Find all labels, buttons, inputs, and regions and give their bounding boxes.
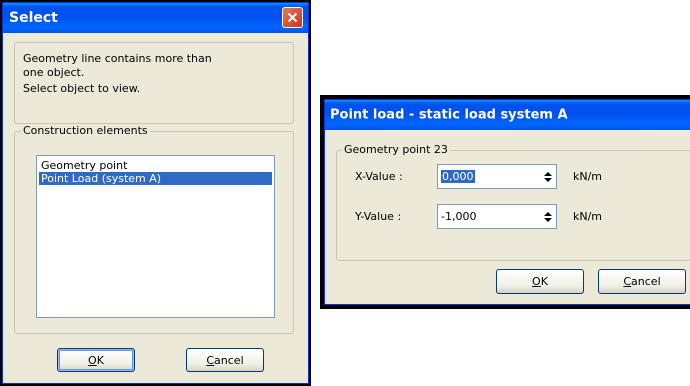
x-value-unit: kN/m [573, 170, 603, 183]
close-button[interactable] [282, 7, 303, 28]
geometry-point-group: Geometry point 23 X-Value : 0,000 kN/m Y… [336, 143, 690, 261]
y-value-spinner[interactable] [540, 206, 555, 227]
x-value-input[interactable]: 0,000 [437, 164, 557, 189]
elements-listbox[interactable]: Geometry point Point Load (system A) [36, 155, 275, 318]
ok-label: OK [88, 353, 104, 367]
close-icon [287, 12, 298, 23]
message-line-3: Select object to view. [23, 82, 141, 95]
load-cancel-button[interactable]: Cancel [598, 269, 686, 294]
x-value-spinner[interactable] [540, 166, 555, 187]
construction-elements-group: Construction elements Geometry point Poi… [14, 124, 294, 334]
point-load-titlebar[interactable]: Point load - static load system A [325, 100, 690, 130]
point-load-dialog: Point load - static load system A Geomet… [324, 99, 690, 305]
spin-down-icon[interactable] [543, 177, 552, 182]
select-ok-button[interactable]: OK [57, 348, 135, 372]
load-ok-button[interactable]: OK [496, 269, 584, 294]
x-value-label: X-Value : [355, 170, 403, 183]
list-item-point-load[interactable]: Point Load (system A) [39, 172, 272, 185]
message-line-1: Geometry line contains more than [23, 52, 212, 65]
y-value-input[interactable]: -1,000 [437, 204, 557, 229]
cancel-label: Cancel [623, 275, 661, 288]
message-group: Geometry line contains more than one obj… [14, 42, 294, 124]
spin-up-icon[interactable] [543, 211, 552, 216]
spin-up-icon[interactable] [543, 171, 552, 176]
x-value-text: 0,000 [441, 170, 475, 183]
construction-elements-label: Construction elements [21, 124, 150, 137]
select-dialog-titlebar[interactable]: Select [3, 3, 308, 33]
y-value-text: -1,000 [441, 210, 477, 223]
y-value-unit: kN/m [573, 210, 603, 223]
spin-down-icon[interactable] [543, 217, 552, 222]
geometry-point-label: Geometry point 23 [342, 143, 450, 156]
ok-label: OK [532, 275, 548, 288]
cancel-label: Cancel [206, 353, 244, 367]
select-cancel-button[interactable]: Cancel [186, 348, 264, 372]
list-item-geometry-point[interactable]: Geometry point [39, 159, 272, 172]
y-value-label: Y-Value : [355, 210, 402, 223]
message-line-2: one object. [23, 66, 85, 79]
select-dialog-title: Select [9, 10, 58, 26]
point-load-title: Point load - static load system A [330, 107, 568, 123]
select-dialog: Select Geometry line contains more than … [2, 2, 309, 384]
